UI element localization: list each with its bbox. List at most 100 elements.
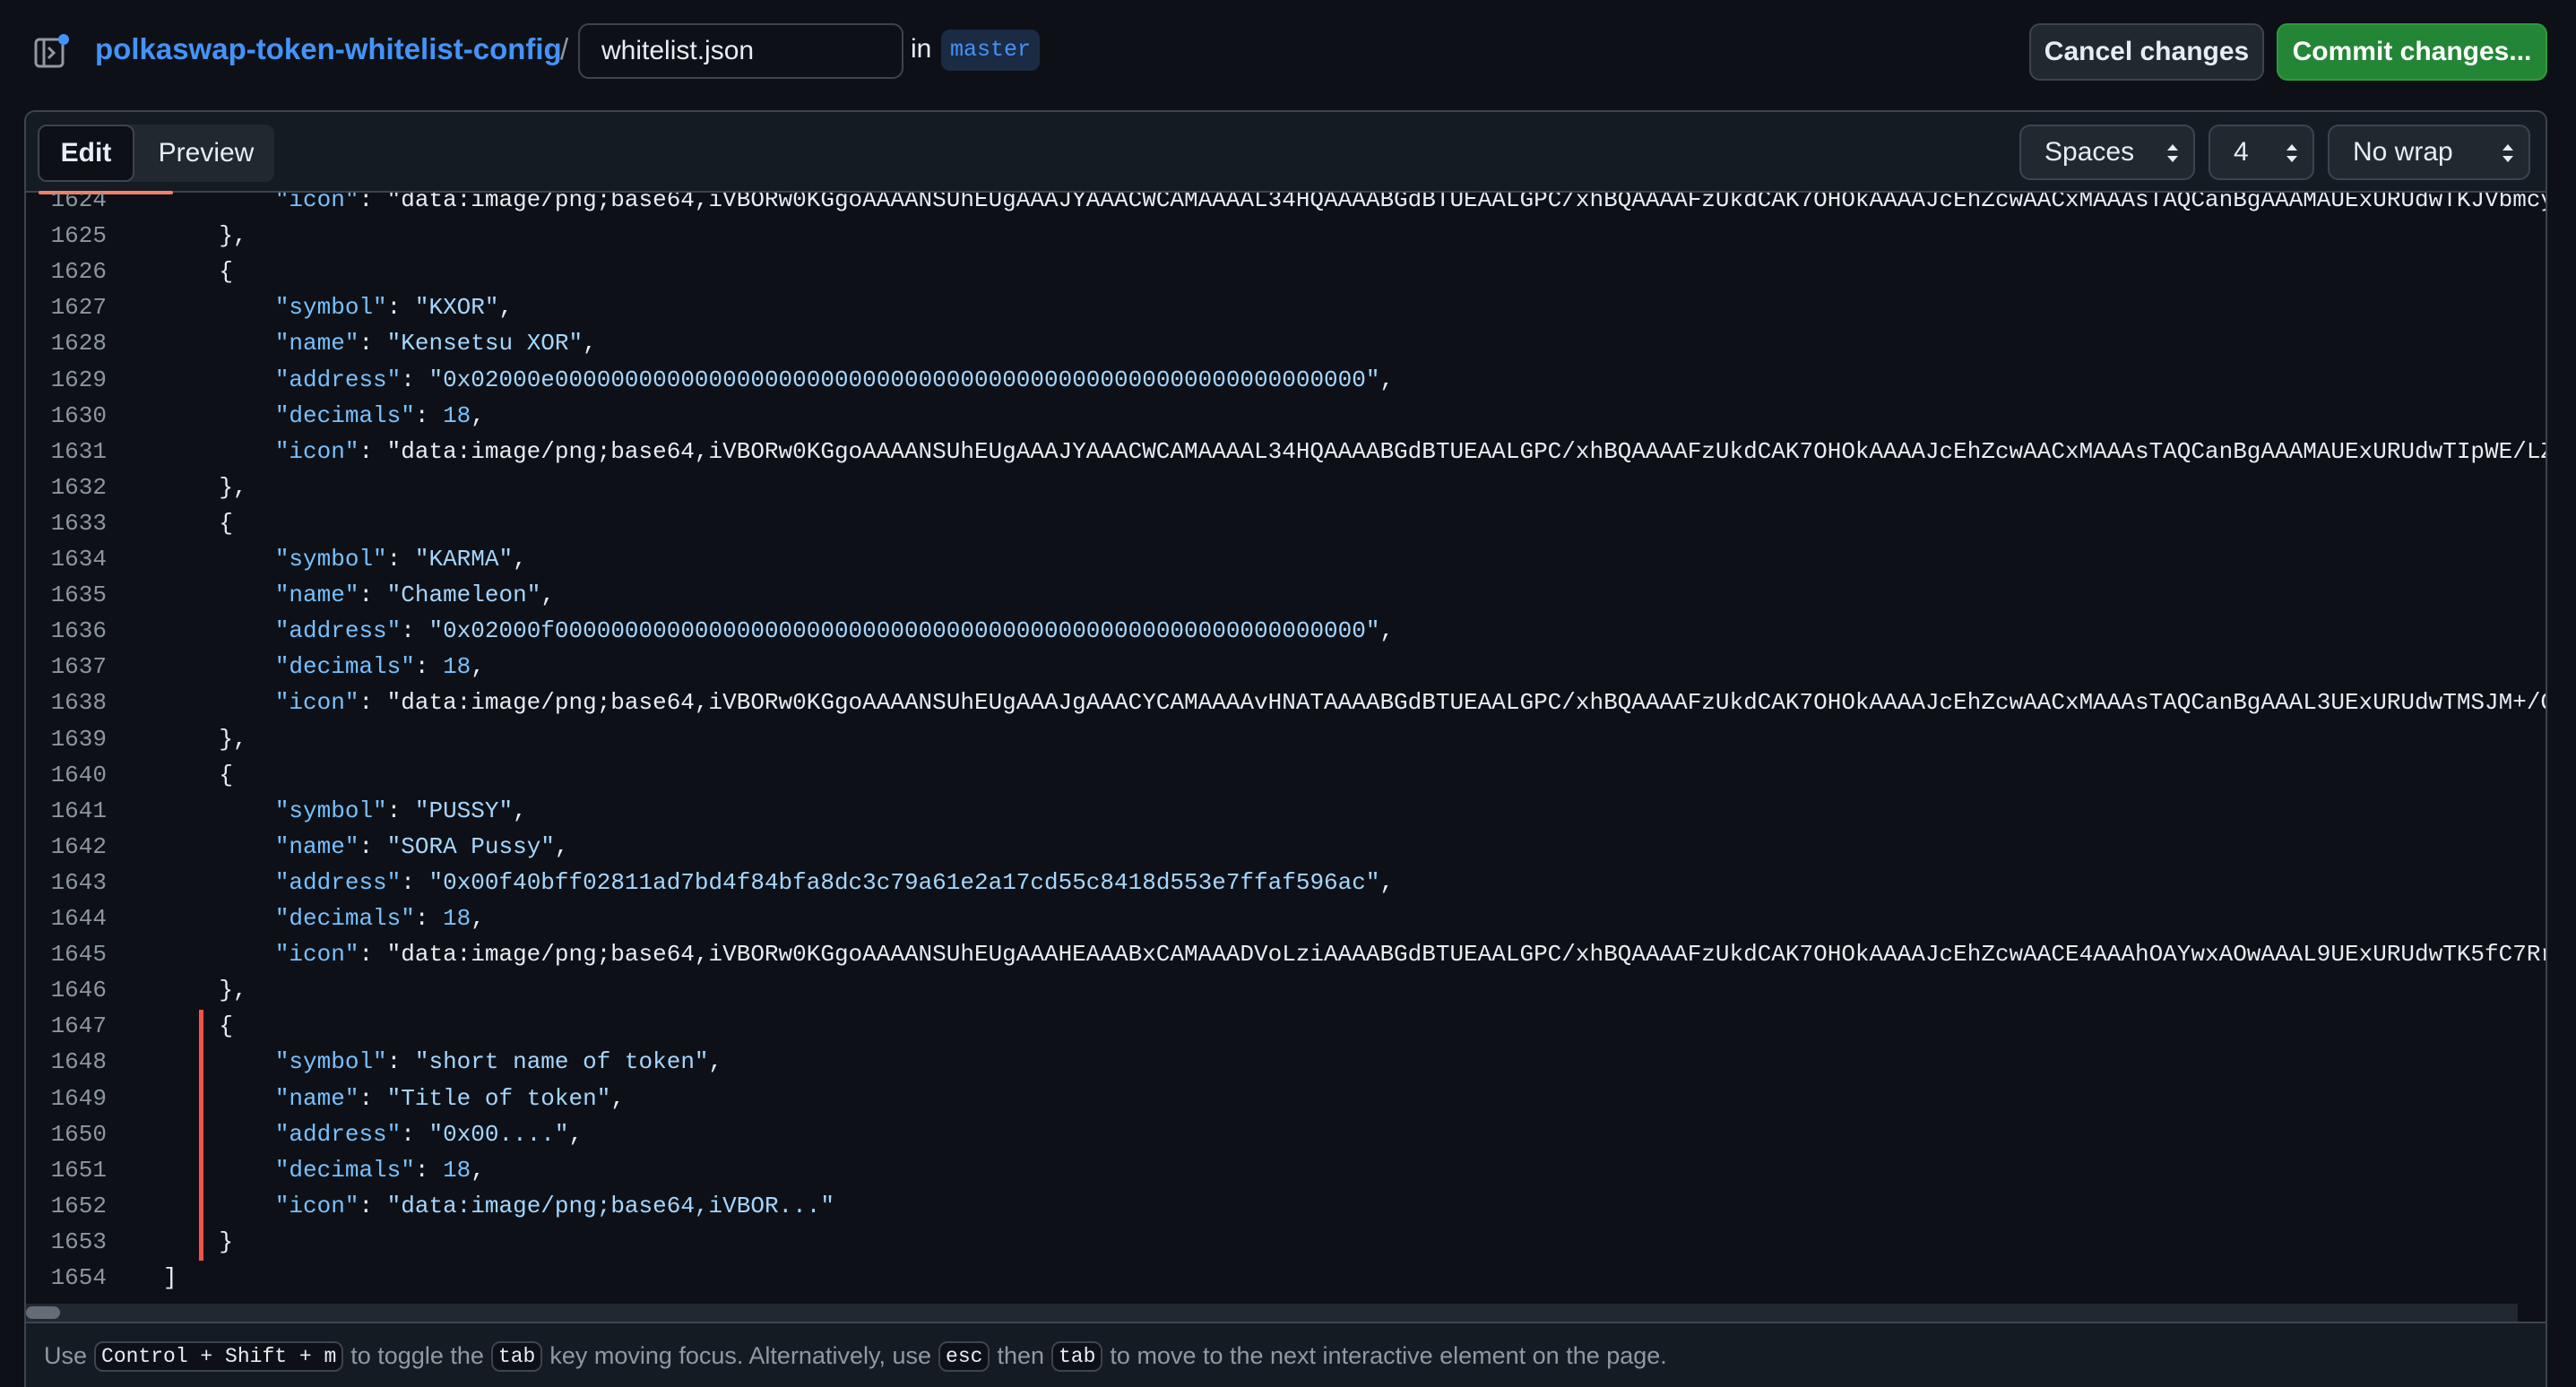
code-line[interactable]: 1649 "name": "Title of token", <box>26 1081 2546 1116</box>
code-line[interactable]: 1647 { <box>26 1008 2546 1044</box>
code-line[interactable]: 1625 }, <box>26 218 2546 254</box>
line-number: 1632 <box>50 473 107 501</box>
code-line[interactable]: 1634 "symbol": "KARMA", <box>26 541 2546 577</box>
code-text: { <box>163 1012 234 1040</box>
code-line[interactable]: 1624 "icon": "data:image/png;base64,iVBO… <box>26 193 2546 218</box>
hint-text: key moving focus. Alternatively, use <box>549 1342 932 1369</box>
code-text: "address": "0x02000e00000000000000000000… <box>274 366 1395 393</box>
line-number: 1649 <box>50 1084 107 1112</box>
sidebar-toggle-icon[interactable] <box>34 34 70 70</box>
branch-badge: master <box>941 30 1041 71</box>
code-text: "name": "Kensetsu XOR", <box>274 330 597 358</box>
code-line[interactable]: 1645 "icon": "data:image/png;base64,iVBO… <box>26 936 2546 972</box>
code-line[interactable]: 1646 }, <box>26 972 2546 1008</box>
line-number: 1650 <box>50 1120 107 1148</box>
code-editor: Edit Preview Spaces 4 No wrap 1624 "icon… <box>24 110 2547 1387</box>
code-line[interactable]: 1641 "symbol": "PUSSY", <box>26 793 2546 829</box>
line-number: 1644 <box>50 905 107 932</box>
code-line[interactable]: 1653 } <box>26 1224 2546 1260</box>
added-lines-marker <box>199 1010 203 1261</box>
select-arrows-icon <box>2503 144 2513 162</box>
top-bar: polkaswap-token-whitelist-config / in ma… <box>0 0 2576 106</box>
code-line[interactable]: 1639 }, <box>26 721 2546 757</box>
code-line[interactable]: 1643 "address": "0x00f40bff02811ad7bd4f8… <box>26 865 2546 900</box>
code-line[interactable]: 1654] <box>26 1260 2546 1296</box>
code-line[interactable]: 1650 "address": "0x00....", <box>26 1116 2546 1152</box>
code-line[interactable]: 1640 { <box>26 757 2546 793</box>
code-text: }, <box>163 222 247 250</box>
repo-link[interactable]: polkaswap-token-whitelist-config <box>95 32 562 66</box>
line-number: 1646 <box>50 977 107 1004</box>
editor-toolbar: Edit Preview Spaces 4 No wrap <box>26 112 2546 194</box>
indent-size-select[interactable]: 4 <box>2209 125 2314 180</box>
line-number: 1654 <box>50 1264 107 1291</box>
code-line[interactable]: 1630 "decimals": 18, <box>26 398 2546 434</box>
code-text: "decimals": 18, <box>274 653 485 681</box>
scrollbar-thumb[interactable] <box>26 1306 60 1319</box>
code-text: "name": "SORA Pussy", <box>274 832 569 860</box>
line-number: 1645 <box>50 941 107 969</box>
indent-mode-select[interactable]: Spaces <box>2019 125 2195 180</box>
select-arrows-icon <box>2286 144 2297 162</box>
line-number: 1643 <box>50 868 107 896</box>
indent-mode-value: Spaces <box>2044 137 2135 167</box>
hint-text: Use <box>44 1342 88 1369</box>
line-number: 1634 <box>50 546 107 573</box>
code-text: "symbol": "KXOR", <box>274 294 514 322</box>
code-text: "address": "0x02000f00000000000000000000… <box>274 617 1395 645</box>
hint-text: to move to the next interactive element … <box>1110 1342 1667 1369</box>
code-line[interactable]: 1642 "name": "SORA Pussy", <box>26 829 2546 865</box>
line-number: 1635 <box>50 582 107 609</box>
code-area[interactable]: 1624 "icon": "data:image/png;base64,iVBO… <box>26 193 2546 1318</box>
line-number: 1631 <box>50 437 107 465</box>
code-text: "decimals": 18, <box>274 401 485 429</box>
kbd-tab: tab <box>1051 1340 1103 1372</box>
select-arrows-icon <box>2167 144 2178 162</box>
code-text: }, <box>163 725 247 753</box>
code-text: "address": "0x00....", <box>274 1120 583 1148</box>
code-line[interactable]: 1633 { <box>26 505 2546 541</box>
line-number: 1639 <box>50 725 107 753</box>
code-line[interactable]: 1648 "symbol": "short name of token", <box>26 1044 2546 1080</box>
code-line[interactable]: 1631 "icon": "data:image/png;base64,iVBO… <box>26 434 2546 470</box>
code-line[interactable]: 1628 "name": "Kensetsu XOR", <box>26 325 2546 361</box>
code-text: "name": "Title of token", <box>274 1084 625 1112</box>
code-text: "name": "Chameleon", <box>274 582 555 609</box>
in-label: in <box>911 34 932 64</box>
line-number: 1641 <box>50 797 107 824</box>
code-text: "symbol": "KARMA", <box>274 546 527 573</box>
path-separator: / <box>560 32 569 65</box>
line-number: 1626 <box>50 258 107 286</box>
code-text: } <box>163 1228 234 1255</box>
horizontal-scrollbar[interactable] <box>26 1304 2518 1322</box>
line-number: 1627 <box>50 294 107 322</box>
code-line[interactable]: 1629 "address": "0x02000e000000000000000… <box>26 362 2546 398</box>
commit-changes-button[interactable]: Commit changes... <box>2277 23 2547 81</box>
line-number: 1629 <box>50 366 107 393</box>
code-line[interactable]: 1644 "decimals": 18, <box>26 900 2546 936</box>
code-line[interactable]: 1635 "name": "Chameleon", <box>26 577 2546 613</box>
code-line[interactable]: 1636 "address": "0x02000f000000000000000… <box>26 613 2546 649</box>
line-number: 1653 <box>50 1228 107 1255</box>
code-line[interactable]: 1652 "icon": "data:image/png;base64,iVBO… <box>26 1188 2546 1224</box>
code-text: "symbol": "PUSSY", <box>274 797 527 824</box>
filename-input[interactable] <box>578 23 903 79</box>
line-number: 1640 <box>50 761 107 788</box>
code-line[interactable]: 1651 "decimals": 18, <box>26 1152 2546 1188</box>
code-text: "decimals": 18, <box>274 1156 485 1184</box>
code-text: }, <box>163 473 247 501</box>
hint-text: to toggle the <box>350 1342 484 1369</box>
code-line[interactable]: 1627 "symbol": "KXOR", <box>26 289 2546 325</box>
cancel-changes-button[interactable]: Cancel changes <box>2029 23 2264 81</box>
wrap-mode-select[interactable]: No wrap <box>2328 125 2530 180</box>
code-text: { <box>163 509 234 537</box>
code-line[interactable]: 1638 "icon": "data:image/png;base64,iVBO… <box>26 685 2546 720</box>
tab-preview[interactable]: Preview <box>138 125 274 182</box>
code-line[interactable]: 1632 }, <box>26 470 2546 505</box>
indent-size-value: 4 <box>2234 137 2249 167</box>
tab-edit[interactable]: Edit <box>38 125 134 182</box>
code-text: "decimals": 18, <box>274 905 485 932</box>
code-line[interactable]: 1637 "decimals": 18, <box>26 649 2546 685</box>
code-text: "icon": "data:image/png;base64,iVBORw0KG… <box>274 437 2546 465</box>
code-line[interactable]: 1626 { <box>26 254 2546 289</box>
